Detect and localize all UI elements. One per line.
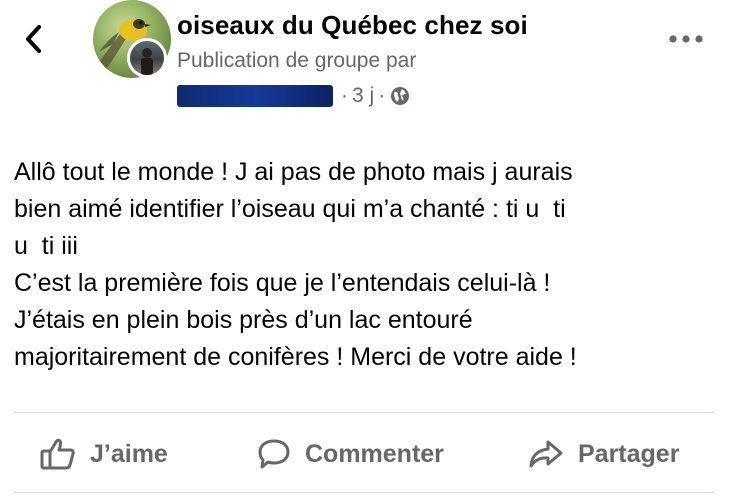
divider [14,492,714,493]
comment-button[interactable]: Commenter [257,428,444,480]
author-name-redacted[interactable] [177,85,333,107]
globe-icon [391,87,410,105]
more-horizontal-icon [669,35,703,43]
author-avatar[interactable] [127,38,167,78]
post-line: bien aimé identifier l’oiseau qui m’a ch… [14,195,566,223]
post-line: J’étais en plein bois près d’un lac ento… [14,306,473,334]
post-line: Allô tout le monde ! J ai pas de photo m… [14,158,573,186]
post-line: C’est la première fois que je l’entendai… [14,269,551,297]
comment-icon [258,439,290,469]
post-meta: · 3 j · [177,82,410,110]
like-label: J’aime [90,439,168,468]
person-photo [141,48,153,75]
share-button[interactable]: Partager [528,428,679,480]
post-time[interactable]: 3 j [352,84,374,108]
group-name-link[interactable]: oiseaux du Québec chez soi [177,10,528,41]
meta-separator: · [378,84,386,107]
meta-separator: · [341,84,348,107]
post-type-label: Publication de groupe par [177,49,417,72]
share-label: Partager [578,439,680,468]
more-options-button[interactable] [666,26,706,52]
comment-label: Commenter [305,439,444,468]
like-button[interactable]: J’aime [40,428,168,480]
post-text: Allô tout le monde ! J ai pas de photo m… [14,154,719,376]
post-line: majoritairement de conifères ! Merci de … [14,343,577,371]
thumbs-up-icon [40,438,75,470]
back-button[interactable] [16,20,50,58]
chevron-left-icon [26,25,41,53]
share-icon [529,440,563,468]
divider [14,412,714,413]
post-line: u ti iii [14,232,78,260]
